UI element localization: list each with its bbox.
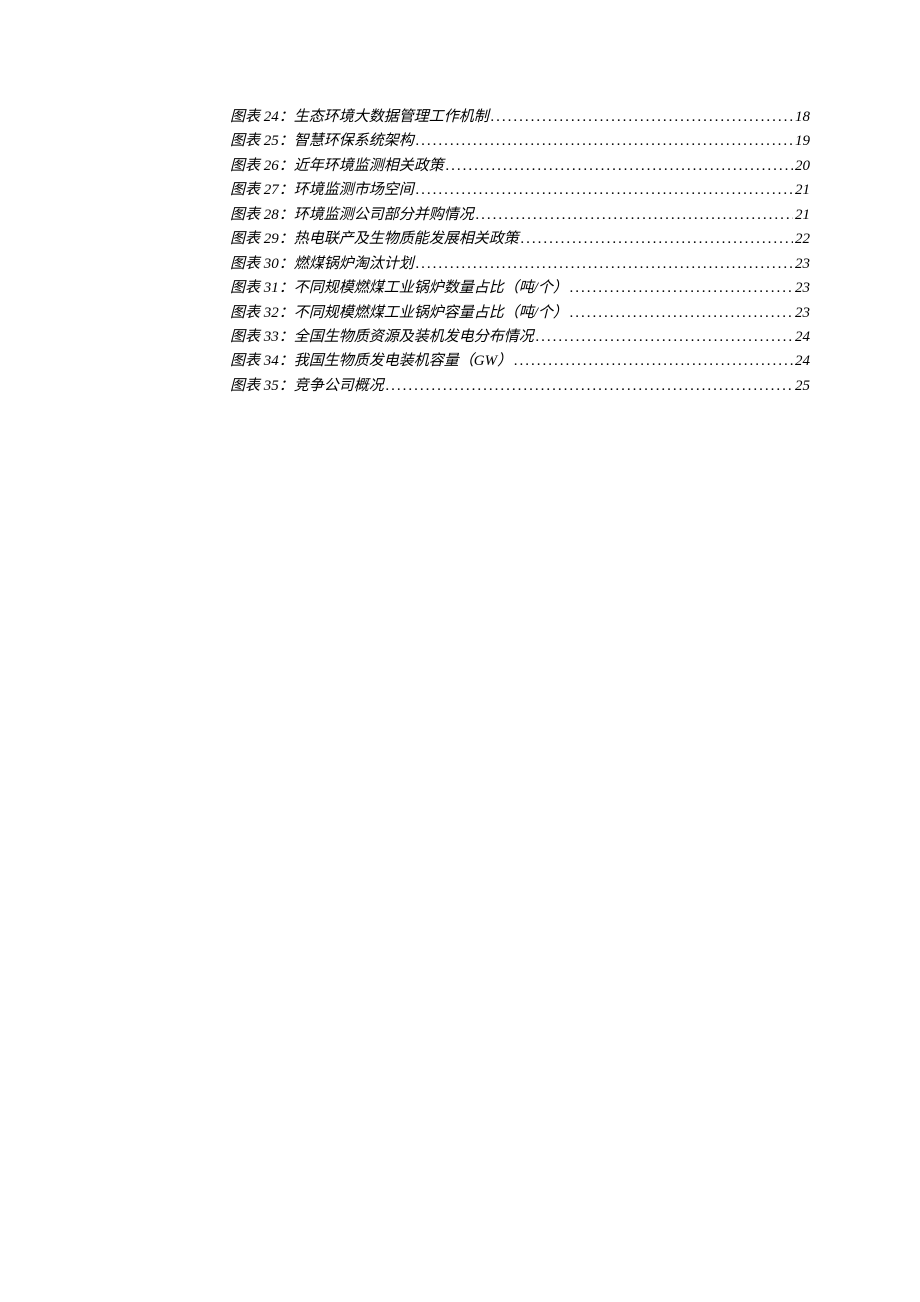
toc-dots <box>446 154 793 178</box>
toc-entry: 图表 26：近年环境监测相关政策 20 <box>230 154 810 178</box>
toc-label: 图表 33：全国生物质资源及装机发电分布情况 <box>230 325 534 349</box>
toc-dots <box>514 349 793 373</box>
toc-dots <box>536 325 793 349</box>
toc-label: 图表 24：生态环境大数据管理工作机制 <box>230 105 489 129</box>
toc-entry: 图表 31：不同规模燃煤工业锅炉数量占比（吨/个） 23 <box>230 276 810 300</box>
toc-page: 24 <box>795 325 810 349</box>
toc-entry: 图表 33：全国生物质资源及装机发电分布情况 24 <box>230 325 810 349</box>
toc-entry: 图表 25：智慧环保系统架构 19 <box>230 129 810 153</box>
toc-dots <box>416 129 793 153</box>
toc-dots <box>491 105 793 129</box>
toc-dots <box>386 374 793 398</box>
toc-dots <box>416 178 793 202</box>
toc-entry: 图表 35：竞争公司概况 25 <box>230 374 810 398</box>
toc-page: 20 <box>795 154 810 178</box>
toc-page: 25 <box>795 374 810 398</box>
toc-page: 23 <box>795 276 810 300</box>
toc-label: 图表 30：燃煤锅炉淘汰计划 <box>230 252 414 276</box>
toc-page: 22 <box>795 227 810 251</box>
toc-entry: 图表 29：热电联产及生物质能发展相关政策 22 <box>230 227 810 251</box>
toc-page: 21 <box>795 203 810 227</box>
toc-label: 图表 28：环境监测公司部分并购情况 <box>230 203 474 227</box>
toc-page: 21 <box>795 178 810 202</box>
toc-label: 图表 32：不同规模燃煤工业锅炉容量占比（吨/个） <box>230 301 568 325</box>
toc-entry: 图表 28：环境监测公司部分并购情况 21 <box>230 203 810 227</box>
toc-label: 图表 35：竞争公司概况 <box>230 374 384 398</box>
toc-label: 图表 26：近年环境监测相关政策 <box>230 154 444 178</box>
toc-entry: 图表 30：燃煤锅炉淘汰计划 23 <box>230 252 810 276</box>
toc-dots <box>570 276 793 300</box>
toc-label: 图表 29：热电联产及生物质能发展相关政策 <box>230 227 519 251</box>
toc-entry: 图表 27：环境监测市场空间 21 <box>230 178 810 202</box>
toc-dots <box>570 301 793 325</box>
toc-label: 图表 25：智慧环保系统架构 <box>230 129 414 153</box>
toc-label: 图表 27：环境监测市场空间 <box>230 178 414 202</box>
toc-dots <box>476 203 793 227</box>
toc-page: 18 <box>795 105 810 129</box>
toc-label: 图表 34：我国生物质发电装机容量（GW） <box>230 349 512 373</box>
toc-page: 23 <box>795 252 810 276</box>
table-of-contents: 图表 24：生态环境大数据管理工作机制 18 图表 25：智慧环保系统架构 19… <box>230 105 810 398</box>
toc-label: 图表 31：不同规模燃煤工业锅炉数量占比（吨/个） <box>230 276 568 300</box>
toc-page: 23 <box>795 301 810 325</box>
toc-entry: 图表 24：生态环境大数据管理工作机制 18 <box>230 105 810 129</box>
toc-entry: 图表 32：不同规模燃煤工业锅炉容量占比（吨/个） 23 <box>230 301 810 325</box>
toc-page: 19 <box>795 129 810 153</box>
toc-entry: 图表 34：我国生物质发电装机容量（GW） 24 <box>230 349 810 373</box>
toc-page: 24 <box>795 349 810 373</box>
toc-dots <box>521 227 793 251</box>
toc-dots <box>416 252 793 276</box>
